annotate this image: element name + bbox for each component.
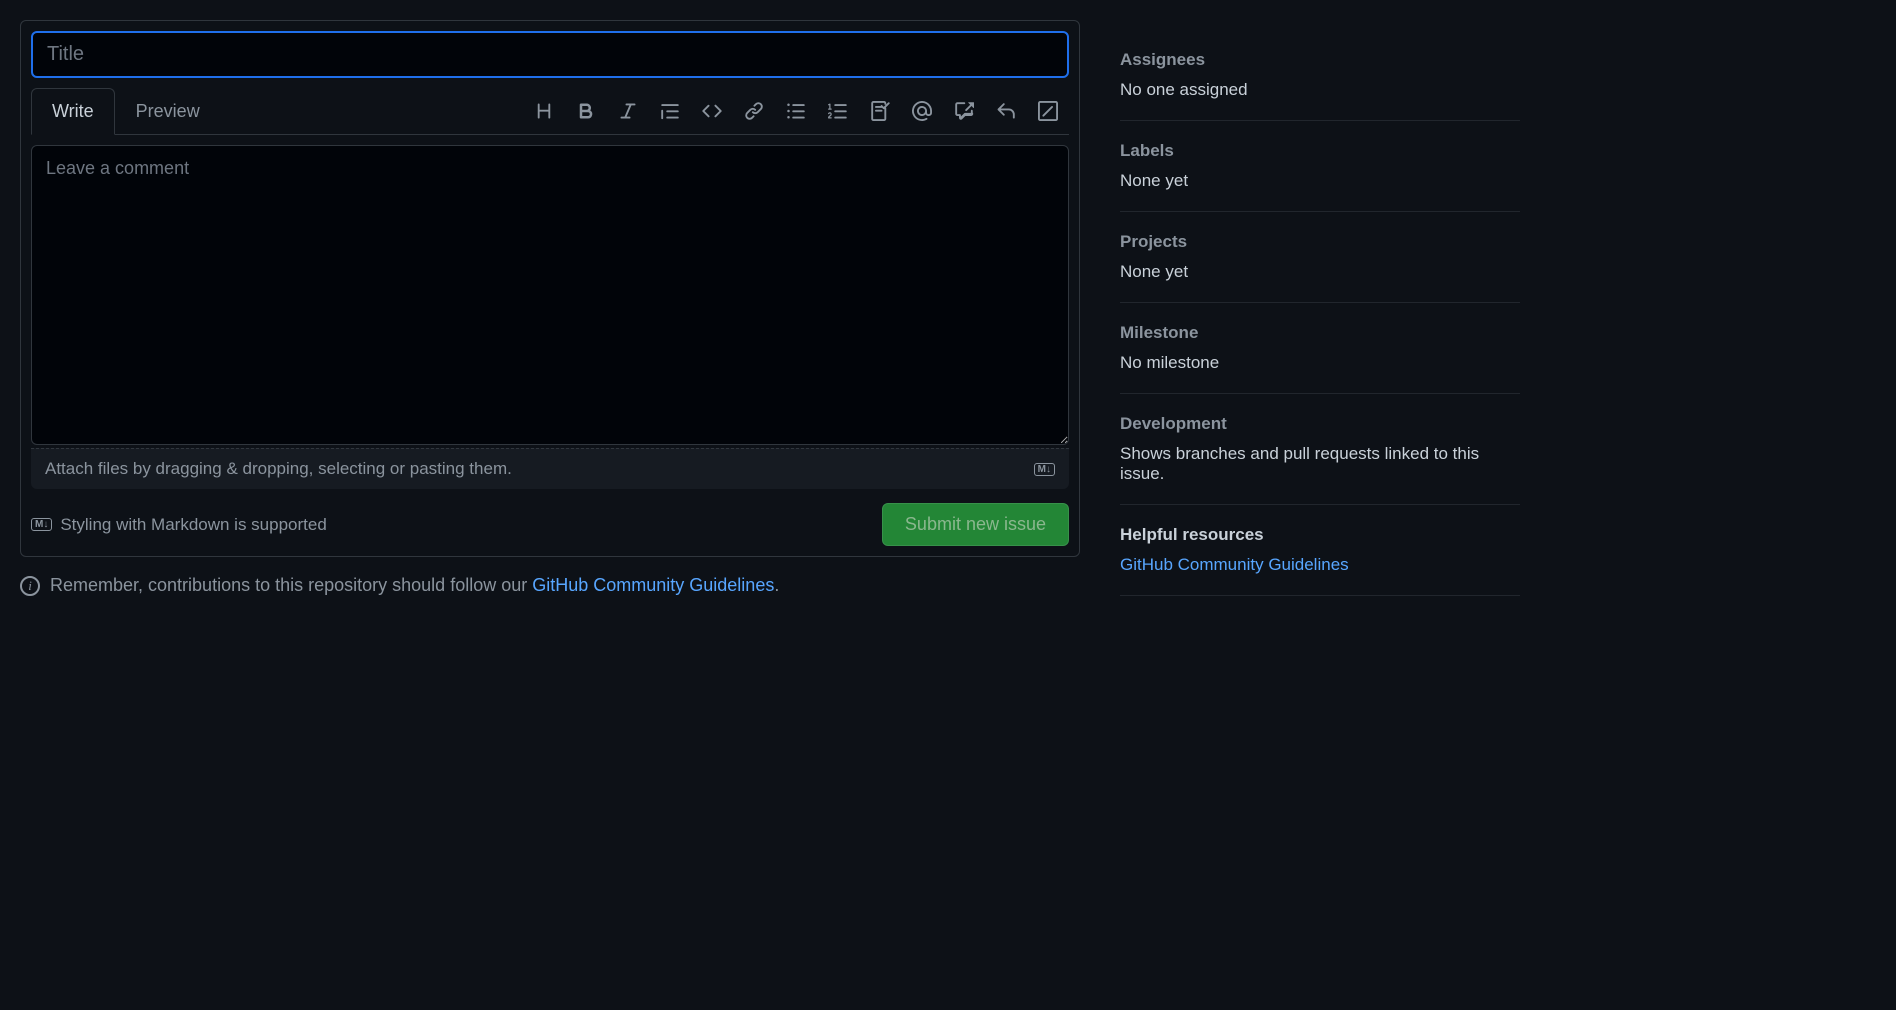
mention-icon[interactable] (911, 100, 933, 122)
heading-icon[interactable] (533, 100, 555, 122)
comment-body-wrap: Attach files by dragging & dropping, sel… (31, 145, 1069, 489)
diff-icon[interactable] (1037, 100, 1059, 122)
task-list-icon[interactable] (869, 100, 891, 122)
sidebar: Assignees No one assigned Labels None ye… (1120, 20, 1520, 616)
cross-reference-icon[interactable] (953, 100, 975, 122)
editor-tabs: Write Preview (31, 88, 221, 134)
markdown-support-text: Styling with Markdown is supported (60, 515, 326, 535)
editor-tabs-row: Write Preview (31, 88, 1069, 135)
community-guidelines-link[interactable]: GitHub Community Guidelines (532, 575, 774, 595)
milestone-value: No milestone (1120, 353, 1520, 373)
code-icon[interactable] (701, 100, 723, 122)
assignees-value: No one assigned (1120, 80, 1520, 100)
sidebar-resources: Helpful resources GitHub Community Guide… (1120, 525, 1520, 596)
projects-header: Projects (1120, 232, 1520, 252)
link-icon[interactable] (743, 100, 765, 122)
form-footer: M↓ Styling with Markdown is supported Su… (31, 503, 1069, 546)
unordered-list-icon[interactable] (785, 100, 807, 122)
assignees-header: Assignees (1120, 50, 1520, 70)
submit-new-issue-button[interactable]: Submit new issue (882, 503, 1069, 546)
labels-header: Labels (1120, 141, 1520, 161)
comment-textarea[interactable] (31, 145, 1069, 445)
reply-icon[interactable] (995, 100, 1017, 122)
sidebar-development: Development Shows branches and pull requ… (1120, 414, 1520, 505)
issue-form: Write Preview (20, 20, 1080, 557)
tab-preview[interactable]: Preview (115, 88, 221, 134)
sidebar-assignees[interactable]: Assignees No one assigned (1120, 50, 1520, 121)
guidelines-suffix: . (774, 575, 779, 595)
development-value: Shows branches and pull requests linked … (1120, 444, 1520, 484)
info-icon: i (20, 576, 40, 596)
guidelines-prefix: Remember, contributions to this reposito… (50, 575, 532, 595)
markdown-support-link[interactable]: M↓ Styling with Markdown is supported (31, 515, 327, 535)
sidebar-projects[interactable]: Projects None yet (1120, 232, 1520, 303)
labels-value: None yet (1120, 171, 1520, 191)
sidebar-labels[interactable]: Labels None yet (1120, 141, 1520, 212)
quote-icon[interactable] (659, 100, 681, 122)
attach-hint-text: Attach files by dragging & dropping, sel… (45, 459, 512, 479)
resources-link[interactable]: GitHub Community Guidelines (1120, 555, 1349, 575)
markdown-icon: M↓ (1034, 463, 1055, 476)
tab-write[interactable]: Write (31, 88, 115, 135)
guidelines-notice: i Remember, contributions to this reposi… (20, 575, 1080, 596)
bold-icon[interactable] (575, 100, 597, 122)
markdown-icon: M↓ (31, 518, 52, 531)
italic-icon[interactable] (617, 100, 639, 122)
projects-value: None yet (1120, 262, 1520, 282)
milestone-header: Milestone (1120, 323, 1520, 343)
development-header: Development (1120, 414, 1520, 434)
ordered-list-icon[interactable] (827, 100, 849, 122)
attach-files-bar[interactable]: Attach files by dragging & dropping, sel… (31, 448, 1069, 489)
title-input[interactable] (31, 31, 1069, 78)
markdown-toolbar (533, 100, 1069, 122)
resources-header: Helpful resources (1120, 525, 1520, 545)
sidebar-milestone[interactable]: Milestone No milestone (1120, 323, 1520, 394)
